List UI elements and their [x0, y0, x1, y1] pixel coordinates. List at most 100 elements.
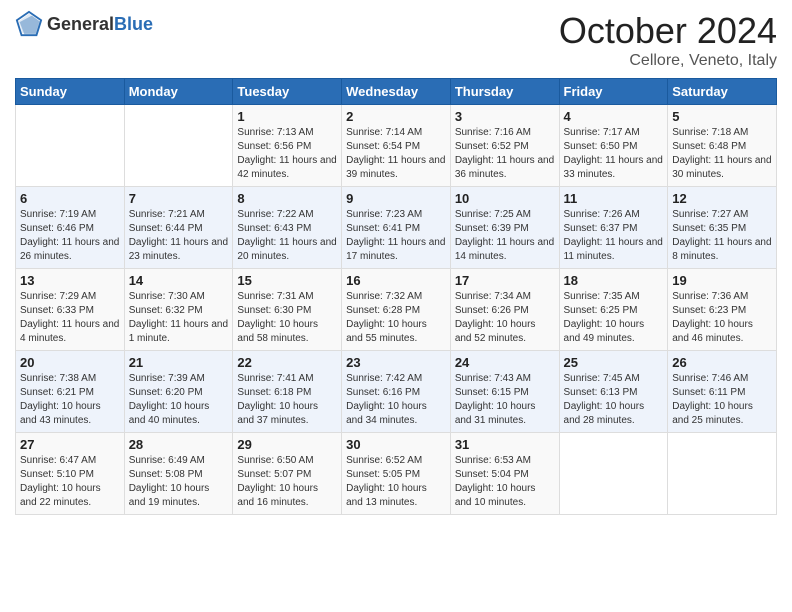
header-wednesday: Wednesday [342, 79, 451, 105]
calendar-cell: 17 Sunrise: 7:34 AM Sunset: 6:26 PM Dayli… [450, 269, 559, 351]
calendar-cell: 6 Sunrise: 7:19 AM Sunset: 6:46 PM Daylig… [16, 187, 125, 269]
day-number: 4 [564, 109, 664, 124]
header-thursday: Thursday [450, 79, 559, 105]
calendar-cell [124, 105, 233, 187]
calendar-cell: 11 Sunrise: 7:26 AM Sunset: 6:37 PM Dayli… [559, 187, 668, 269]
day-number: 10 [455, 191, 555, 206]
logo: GeneralBlue [15, 10, 153, 38]
day-info: Sunrise: 7:14 AM Sunset: 6:54 PM Dayligh… [346, 126, 446, 182]
day-number: 11 [564, 191, 664, 206]
calendar-cell: 7 Sunrise: 7:21 AM Sunset: 6:44 PM Daylig… [124, 187, 233, 269]
day-number: 8 [237, 191, 337, 206]
day-info: Sunrise: 7:27 AM Sunset: 6:35 PM Dayligh… [672, 208, 772, 264]
calendar-cell: 18 Sunrise: 7:35 AM Sunset: 6:25 PM Dayli… [559, 269, 668, 351]
day-number: 6 [20, 191, 120, 206]
calendar-cell: 23 Sunrise: 7:42 AM Sunset: 6:16 PM Dayli… [342, 351, 451, 433]
day-number: 27 [20, 437, 120, 452]
calendar-cell: 29 Sunrise: 6:50 AM Sunset: 5:07 PM Dayli… [233, 433, 342, 515]
day-info: Sunrise: 7:16 AM Sunset: 6:52 PM Dayligh… [455, 126, 555, 182]
calendar-cell: 13 Sunrise: 7:29 AM Sunset: 6:33 PM Dayli… [16, 269, 125, 351]
logo-text: GeneralBlue [47, 14, 153, 35]
month-title: October 2024 [559, 10, 777, 52]
day-info: Sunrise: 7:38 AM Sunset: 6:21 PM Dayligh… [20, 372, 120, 428]
day-info: Sunrise: 7:26 AM Sunset: 6:37 PM Dayligh… [564, 208, 664, 264]
day-number: 31 [455, 437, 555, 452]
day-info: Sunrise: 7:29 AM Sunset: 6:33 PM Dayligh… [20, 290, 120, 346]
calendar-cell: 20 Sunrise: 7:38 AM Sunset: 6:21 PM Dayli… [16, 351, 125, 433]
day-number: 29 [237, 437, 337, 452]
day-info: Sunrise: 7:42 AM Sunset: 6:16 PM Dayligh… [346, 372, 446, 428]
day-info: Sunrise: 7:13 AM Sunset: 6:56 PM Dayligh… [237, 126, 337, 182]
day-number: 13 [20, 273, 120, 288]
calendar-cell: 28Sunrise: 6:49 AM Sunset: 5:08 PM Dayli… [124, 433, 233, 515]
calendar-cell: 14 Sunrise: 7:30 AM Sunset: 6:32 PM Dayli… [124, 269, 233, 351]
day-info: Sunrise: 7:25 AM Sunset: 6:39 PM Dayligh… [455, 208, 555, 264]
day-number: 21 [129, 355, 229, 370]
day-info: Sunrise: 7:32 AM Sunset: 6:28 PM Dayligh… [346, 290, 446, 346]
day-number: 19 [672, 273, 772, 288]
day-info: Sunrise: 7:45 AM Sunset: 6:13 PM Dayligh… [564, 372, 664, 428]
calendar-cell: 19 Sunrise: 7:36 AM Sunset: 6:23 PM Dayli… [668, 269, 777, 351]
day-number: 18 [564, 273, 664, 288]
day-info: Sunrise: 7:19 AM Sunset: 6:46 PM Dayligh… [20, 208, 120, 264]
day-info: Sunrise: 7:39 AM Sunset: 6:20 PM Dayligh… [129, 372, 229, 428]
page-header: GeneralBlue October 2024 Cellore, Veneto… [15, 10, 777, 70]
calendar-cell [668, 433, 777, 515]
day-number: 16 [346, 273, 446, 288]
day-info: Sunrise: 7:23 AM Sunset: 6:41 PM Dayligh… [346, 208, 446, 264]
logo-icon [15, 10, 43, 38]
calendar-cell: 12 Sunrise: 7:27 AM Sunset: 6:35 PM Dayli… [668, 187, 777, 269]
calendar-cell: 30Sunrise: 6:52 AM Sunset: 5:05 PM Dayli… [342, 433, 451, 515]
day-info: Sunrise: 7:21 AM Sunset: 6:44 PM Dayligh… [129, 208, 229, 264]
logo-blue: Blue [114, 14, 153, 34]
day-number: 3 [455, 109, 555, 124]
calendar-cell: 31Sunrise: 6:53 AM Sunset: 5:04 PM Dayli… [450, 433, 559, 515]
day-number: 26 [672, 355, 772, 370]
day-info: Sunrise: 7:31 AM Sunset: 6:30 PM Dayligh… [237, 290, 337, 346]
day-number: 14 [129, 273, 229, 288]
day-number: 5 [672, 109, 772, 124]
day-number: 12 [672, 191, 772, 206]
day-info: Sunrise: 7:34 AM Sunset: 6:26 PM Dayligh… [455, 290, 555, 346]
calendar-cell: 27 Sunrise: 6:47 AM Sunset: 5:10 PM Dayli… [16, 433, 125, 515]
day-info: Sunrise: 6:49 AM Sunset: 5:08 PM Dayligh… [129, 454, 229, 510]
calendar-cell: 3 Sunrise: 7:16 AM Sunset: 6:52 PM Daylig… [450, 105, 559, 187]
day-number: 20 [20, 355, 120, 370]
day-number: 15 [237, 273, 337, 288]
day-number: 30 [346, 437, 446, 452]
calendar-cell [16, 105, 125, 187]
day-number: 9 [346, 191, 446, 206]
calendar-cell: 21 Sunrise: 7:39 AM Sunset: 6:20 PM Dayli… [124, 351, 233, 433]
calendar-week-1: 1Sunrise: 7:13 AM Sunset: 6:56 PM Daylig… [16, 105, 777, 187]
day-info: Sunrise: 7:36 AM Sunset: 6:23 PM Dayligh… [672, 290, 772, 346]
day-info: Sunrise: 6:47 AM Sunset: 5:10 PM Dayligh… [20, 454, 120, 510]
day-number: 23 [346, 355, 446, 370]
calendar-cell: 22 Sunrise: 7:41 AM Sunset: 6:18 PM Dayli… [233, 351, 342, 433]
calendar-cell [559, 433, 668, 515]
calendar-cell: 8 Sunrise: 7:22 AM Sunset: 6:43 PM Daylig… [233, 187, 342, 269]
day-number: 22 [237, 355, 337, 370]
calendar-week-5: 27 Sunrise: 6:47 AM Sunset: 5:10 PM Dayli… [16, 433, 777, 515]
day-number: 17 [455, 273, 555, 288]
calendar-cell: 5 Sunrise: 7:18 AM Sunset: 6:48 PM Daylig… [668, 105, 777, 187]
calendar-week-2: 6 Sunrise: 7:19 AM Sunset: 6:46 PM Daylig… [16, 187, 777, 269]
day-info: Sunrise: 7:30 AM Sunset: 6:32 PM Dayligh… [129, 290, 229, 346]
day-number: 7 [129, 191, 229, 206]
calendar-cell: 25Sunrise: 7:45 AM Sunset: 6:13 PM Dayli… [559, 351, 668, 433]
header-row: Sunday Monday Tuesday Wednesday Thursday… [16, 79, 777, 105]
day-number: 24 [455, 355, 555, 370]
calendar-page: GeneralBlue October 2024 Cellore, Veneto… [0, 0, 792, 612]
calendar-week-3: 13 Sunrise: 7:29 AM Sunset: 6:33 PM Dayli… [16, 269, 777, 351]
calendar-week-4: 20 Sunrise: 7:38 AM Sunset: 6:21 PM Dayli… [16, 351, 777, 433]
day-info: Sunrise: 7:41 AM Sunset: 6:18 PM Dayligh… [237, 372, 337, 428]
day-info: Sunrise: 6:50 AM Sunset: 5:07 PM Dayligh… [237, 454, 337, 510]
day-info: Sunrise: 7:43 AM Sunset: 6:15 PM Dayligh… [455, 372, 555, 428]
header-sunday: Sunday [16, 79, 125, 105]
logo-general: General [47, 14, 114, 34]
day-info: Sunrise: 7:18 AM Sunset: 6:48 PM Dayligh… [672, 126, 772, 182]
header-friday: Friday [559, 79, 668, 105]
header-tuesday: Tuesday [233, 79, 342, 105]
day-info: Sunrise: 7:35 AM Sunset: 6:25 PM Dayligh… [564, 290, 664, 346]
calendar-cell: 10 Sunrise: 7:25 AM Sunset: 6:39 PM Dayli… [450, 187, 559, 269]
day-info: Sunrise: 7:22 AM Sunset: 6:43 PM Dayligh… [237, 208, 337, 264]
